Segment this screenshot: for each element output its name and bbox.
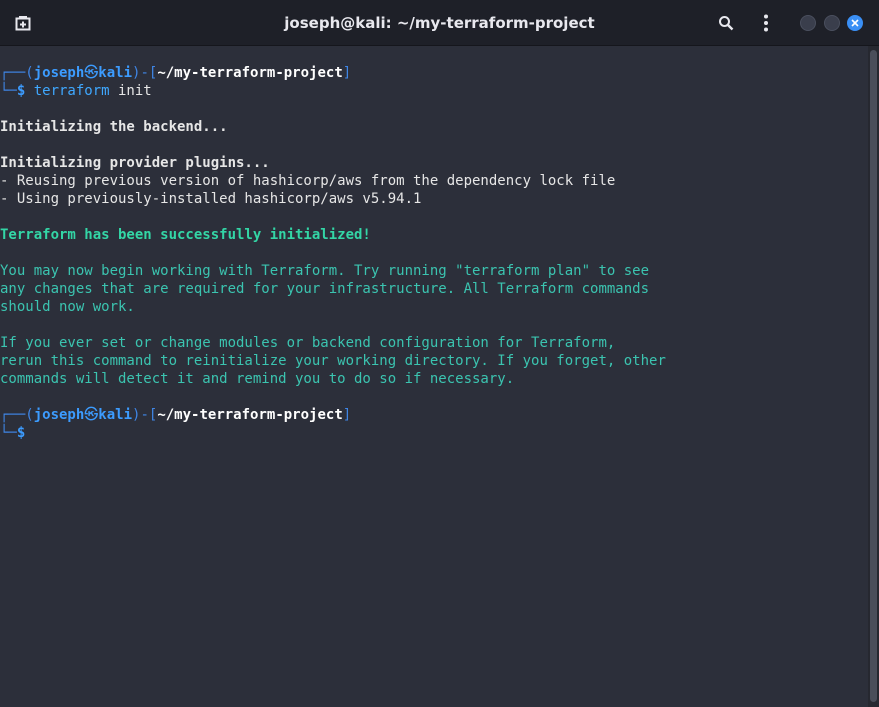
prompt-header-line: ┌──(joseph㉿kali)-[~/my-terraform-project… — [0, 407, 352, 423]
minimize-button[interactable] — [800, 15, 816, 31]
close-icon — [851, 19, 859, 27]
kebab-menu-icon — [764, 14, 768, 32]
prompt-user: joseph — [33, 65, 85, 81]
command-line: └─$ — [0, 425, 26, 441]
kali-symbol: ㉿ — [84, 407, 99, 423]
info-line: If you ever set or change modules or bac… — [0, 335, 616, 351]
info-line: commands will detect it and remind you t… — [0, 371, 515, 387]
output-backend: Initializing the backend... — [0, 119, 228, 135]
menu-button[interactable] — [752, 9, 780, 37]
info-line: You may now begin working with Terraform… — [0, 263, 650, 279]
success-message: Terraform has been successfully initiali… — [0, 227, 371, 243]
prompt-path: ~/my-terraform-project — [157, 65, 343, 81]
output-plugins: Initializing provider plugins... — [0, 155, 270, 171]
info-line: should now work. — [0, 299, 135, 315]
output-reusing: - Reusing previous version of hashicorp/… — [0, 173, 616, 189]
search-icon — [719, 16, 734, 31]
command-line: └─$ terraform init — [0, 83, 152, 99]
kali-symbol: ㉿ — [84, 65, 99, 81]
scrollbar[interactable] — [868, 46, 879, 707]
prompt-header-line: ┌──(joseph㉿kali)-[~/my-terraform-project… — [0, 65, 352, 81]
scrollbar-thumb[interactable] — [870, 50, 877, 702]
prompt-host: kali — [98, 65, 133, 81]
close-button[interactable] — [847, 15, 863, 31]
window-title: joseph@kali: ~/my-terraform-project — [284, 14, 595, 32]
info-line: rerun this command to reinitialize your … — [0, 353, 666, 369]
command-args: init — [109, 83, 152, 99]
search-button[interactable] — [712, 9, 740, 37]
output-using: - Using previously-installed hashicorp/a… — [0, 191, 422, 207]
maximize-button[interactable] — [824, 15, 840, 31]
title-bar: joseph@kali: ~/my-terraform-project — [0, 0, 879, 46]
terminal-output[interactable]: ┌──(joseph㉿kali)-[~/my-terraform-project… — [0, 46, 868, 707]
prompt-host: kali — [98, 407, 133, 423]
prompt-path: ~/my-terraform-project — [157, 407, 343, 423]
info-line: any changes that are required for your i… — [0, 281, 650, 297]
command-name: terraform — [33, 83, 110, 99]
prompt-user: joseph — [33, 407, 85, 423]
